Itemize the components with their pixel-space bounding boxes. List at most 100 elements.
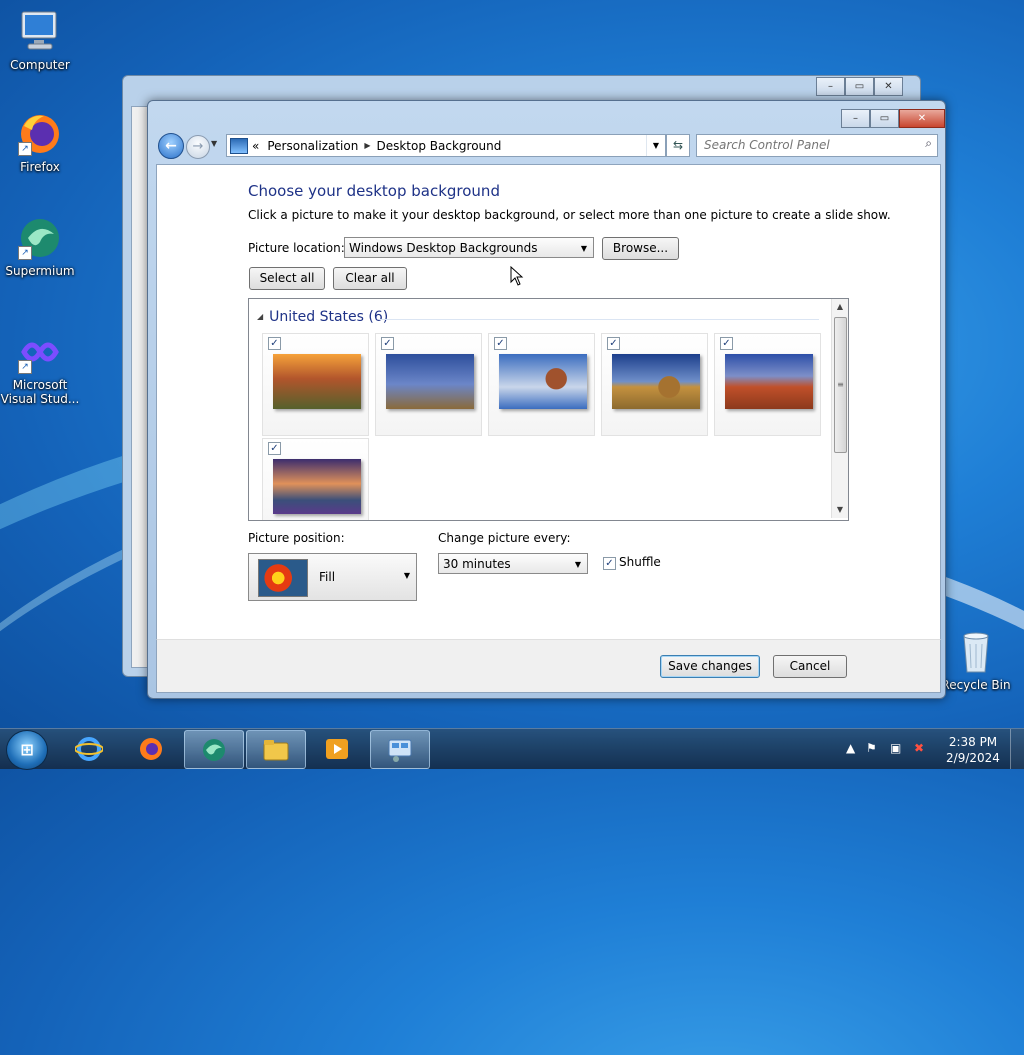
breadcrumb-desktop-background[interactable]: Desktop Background <box>376 139 501 153</box>
position-preview-thumbnail <box>258 559 308 597</box>
wallpaper-tile[interactable]: ✓ <box>601 333 708 436</box>
group-divider <box>379 319 819 320</box>
recycle-bin-icon <box>952 630 1000 674</box>
show-desktop-button[interactable] <box>1010 729 1024 769</box>
picture-position-dropdown[interactable]: Fill ▼ <box>248 553 417 601</box>
wallpaper-thumbnail <box>499 354 587 409</box>
desktop-icon-firefox[interactable]: ↗ Firefox <box>0 112 80 174</box>
tile-checkbox[interactable]: ✓ <box>268 442 281 455</box>
computer-icon <box>16 10 64 54</box>
firefox-icon: ↗ <box>16 112 64 156</box>
desktop-background-window[interactable]: – ▭ ✕ ← → ▼ « Personalization ▶ Desktop … <box>147 100 946 699</box>
refresh-button[interactable]: ⇆ <box>666 134 690 157</box>
search-box[interactable]: ⌕ <box>696 134 938 157</box>
cancel-button[interactable]: Cancel <box>773 655 847 678</box>
internet-explorer-icon <box>75 737 103 761</box>
wallpaper-thumbnail <box>273 354 361 409</box>
scroll-down-icon[interactable]: ▼ <box>832 502 848 518</box>
save-changes-button[interactable]: Save changes <box>660 655 760 678</box>
clear-all-button[interactable]: Clear all <box>333 267 407 290</box>
search-icon[interactable]: ⌕ <box>925 136 932 151</box>
forward-button[interactable]: → <box>186 135 210 159</box>
tile-checkbox[interactable]: ✓ <box>381 337 394 350</box>
tile-checkbox[interactable]: ✓ <box>494 337 507 350</box>
close-button[interactable]: ✕ <box>899 109 945 128</box>
show-hidden-icons-chevron[interactable]: ▲ <box>846 741 855 755</box>
mouse-cursor-icon <box>510 266 524 286</box>
picture-location-dropdown[interactable]: Windows Desktop Backgrounds ▼ <box>344 237 594 258</box>
tile-checkbox[interactable]: ✓ <box>268 337 281 350</box>
maximize-button[interactable]: ▭ <box>870 109 899 128</box>
desktop-icon-visual-studio[interactable]: ↗ Microsoft Visual Stud... <box>0 330 80 406</box>
breadcrumb-overflow[interactable]: « <box>252 139 259 153</box>
desktop-icon-supermium[interactable]: ↗ Supermium <box>0 216 80 278</box>
taskbar-control-panel[interactable] <box>370 730 430 769</box>
back-button[interactable]: ← <box>158 133 184 159</box>
wallpaper-tile[interactable]: ✓ <box>262 438 369 520</box>
dialog-footer: Save changes Cancel <box>156 639 941 693</box>
browse-button[interactable]: Browse... <box>602 237 679 260</box>
breadcrumb-separator-icon[interactable]: ▶ <box>364 141 370 150</box>
change-picture-label: Change picture every: <box>438 531 571 545</box>
window-controls: – ▭ ✕ <box>841 109 945 128</box>
minimize-button[interactable]: – <box>841 109 870 128</box>
supermium-icon: ↗ <box>16 216 64 260</box>
maximize-button[interactable]: ▭ <box>845 77 874 96</box>
desktop-icon-label: Supermium <box>5 264 75 278</box>
scrollbar-thumb[interactable]: ≡ <box>834 317 847 453</box>
address-dropdown-icon[interactable]: ▼ <box>646 135 665 156</box>
group-title: United States (6) <box>269 309 389 325</box>
search-input[interactable] <box>697 135 909 154</box>
content-area: Choose your desktop background Click a p… <box>156 164 941 640</box>
desktop-icon-label: Microsoft Visual Stud... <box>0 378 80 406</box>
desktop-icon-computer[interactable]: Computer <box>0 10 80 72</box>
minimize-button[interactable]: – <box>816 77 845 96</box>
change-picture-dropdown[interactable]: 30 minutes ▼ <box>438 553 588 574</box>
tile-checkbox[interactable]: ✓ <box>720 337 733 350</box>
wallpaper-tile[interactable]: ✓ <box>714 333 821 436</box>
picture-gallery[interactable]: ◢ United States (6) ✓ ✓ ✓ ✓ ✓ ✓ ▲ ≡ ▼ <box>248 298 849 521</box>
breadcrumb-personalization[interactable]: Personalization <box>267 139 358 153</box>
volume-muted-icon[interactable]: ✖ <box>914 741 924 755</box>
control-panel-icon <box>230 137 248 154</box>
change-picture-value: 30 minutes <box>443 557 511 571</box>
action-center-flag-icon[interactable]: ⚑ <box>866 741 877 755</box>
taskbar-firefox[interactable] <box>122 730 180 767</box>
network-icon[interactable]: ▣ <box>890 741 901 755</box>
wallpaper-thumbnail <box>725 354 813 409</box>
desktop-icon-label: Recycle Bin <box>941 678 1011 692</box>
taskbar: ⊞ ▲ ⚑ ▣ ✖ 2:38 PM 2/9/2024 <box>0 728 1024 770</box>
taskbar-media-player[interactable] <box>308 730 366 767</box>
taskbar-internet-explorer[interactable] <box>60 730 118 767</box>
wallpaper-tile[interactable]: ✓ <box>488 333 595 436</box>
page-title: Choose your desktop background <box>248 182 500 200</box>
shuffle-checkbox[interactable]: ✓ <box>603 557 616 570</box>
wallpaper-tile[interactable]: ✓ <box>262 333 369 436</box>
wallpaper-tile[interactable]: ✓ <box>375 333 482 436</box>
supermium-icon <box>203 739 225 761</box>
close-button[interactable]: ✕ <box>874 77 903 96</box>
recent-pages-dropdown[interactable]: ▼ <box>211 139 217 148</box>
scroll-up-icon[interactable]: ▲ <box>832 299 848 315</box>
taskbar-windows-explorer[interactable] <box>246 730 306 769</box>
group-header[interactable]: ◢ United States (6) <box>257 309 388 325</box>
wallpaper-thumbnail <box>273 459 361 514</box>
shortcut-arrow-icon: ↗ <box>18 142 32 156</box>
desktop-icon-recycle-bin[interactable]: Recycle Bin <box>936 630 1016 692</box>
start-button[interactable]: ⊞ <box>6 730 48 770</box>
collapse-triangle-icon[interactable]: ◢ <box>257 312 263 321</box>
gallery-scrollbar[interactable]: ▲ ≡ ▼ <box>831 299 848 518</box>
picture-position-value: Fill <box>319 570 336 584</box>
picture-location-value: Windows Desktop Backgrounds <box>349 241 538 255</box>
tile-checkbox[interactable]: ✓ <box>607 337 620 350</box>
chevron-down-icon: ▼ <box>403 571 410 580</box>
address-bar[interactable]: « Personalization ▶ Desktop Background ▼ <box>226 134 666 157</box>
select-all-button[interactable]: Select all <box>249 267 325 290</box>
visual-studio-icon: ↗ <box>16 330 64 374</box>
taskbar-supermium[interactable] <box>184 730 244 769</box>
system-clock[interactable]: 2:38 PM 2/9/2024 <box>942 734 1004 766</box>
picture-position-label: Picture position: <box>248 531 345 545</box>
windows-logo-icon: ⊞ <box>20 740 34 759</box>
shuffle-label[interactable]: Shuffle <box>619 555 661 569</box>
chevron-down-icon: ▼ <box>574 560 581 569</box>
